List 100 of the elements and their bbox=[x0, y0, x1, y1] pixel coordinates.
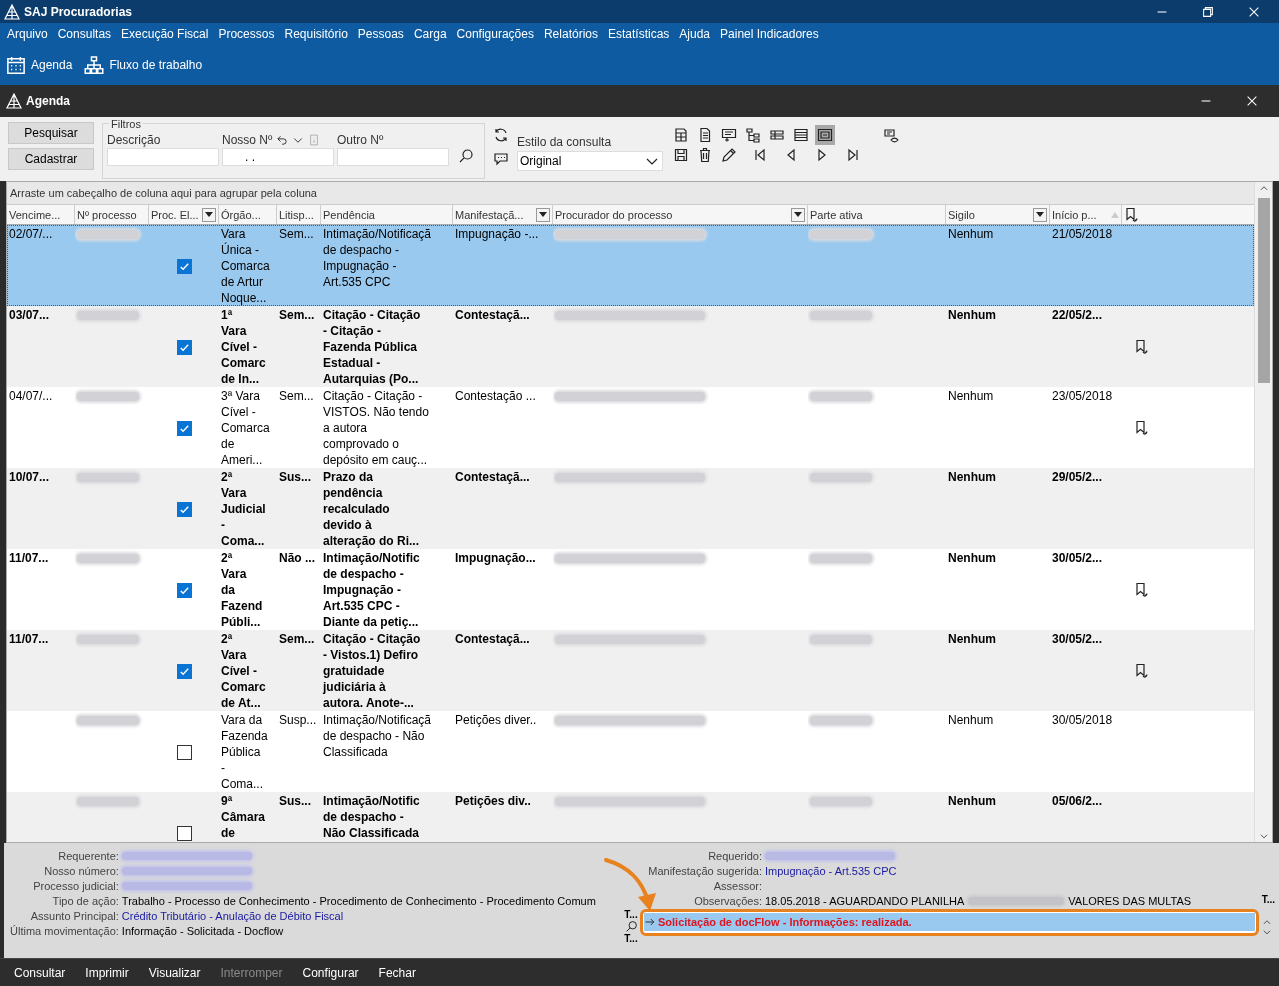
action-button[interactable]: Cadastrar bbox=[8, 148, 94, 170]
search-icon[interactable] bbox=[458, 148, 474, 164]
column-header[interactable]: Procurador do processo bbox=[553, 205, 808, 224]
menu-item[interactable]: Ajuda bbox=[674, 27, 716, 41]
pencil-icon[interactable] bbox=[721, 147, 737, 163]
group-by-hint: Arraste um cabeçalho de coluna aqui para agrupar pela coluna bbox=[7, 182, 1254, 205]
input-field[interactable] bbox=[107, 148, 219, 166]
split-icon[interactable] bbox=[769, 127, 785, 143]
bookmark-icon[interactable] bbox=[1124, 206, 1140, 223]
truncated-label: T... bbox=[624, 933, 638, 944]
column-header[interactable]: Parte ativa bbox=[808, 205, 946, 224]
menu-item[interactable]: Estatísticas bbox=[603, 27, 675, 41]
column-header[interactable]: Manifestaçã... bbox=[453, 205, 553, 224]
shortcut-button[interactable]: Agenda bbox=[4, 55, 75, 75]
checkbox[interactable] bbox=[176, 501, 192, 517]
comment-icon[interactable] bbox=[493, 151, 509, 167]
input-field[interactable] bbox=[337, 148, 449, 166]
table-row[interactable]: 10/07... 2ª Vara Judicial - Coma... Sus... Prazo da pendência recalculado devido à alteração do Ri... Contestaçã... Nenhum 29/05/2... bbox=[7, 468, 1254, 549]
footer-button[interactable]: Configurar bbox=[294, 965, 367, 980]
scrollbar-thumb[interactable] bbox=[1257, 198, 1270, 383]
refresh-icon[interactable] bbox=[493, 127, 509, 143]
bookmark-icon[interactable] bbox=[1134, 582, 1150, 598]
list-icon[interactable] bbox=[793, 127, 809, 143]
column-header[interactable]: Nº processo bbox=[75, 205, 149, 224]
menu-item[interactable]: Arquivo bbox=[2, 27, 53, 41]
group-title: Filtros bbox=[109, 118, 143, 130]
table-row[interactable]: 03/07... 1ª Vara Cível - Comarc de In... Sem... Citação - Citação - Citação - Fazenda Pública Estadual - Autarquias (Po... Contestaçã... Nenhum 22/05/2... bbox=[7, 306, 1254, 387]
scrollbar[interactable] bbox=[1254, 182, 1272, 842]
due-date: 03/07... bbox=[9, 308, 50, 322]
filter-dropdown-icon[interactable] bbox=[791, 207, 805, 222]
menu-item[interactable]: Carga bbox=[408, 27, 452, 41]
bookmark-icon[interactable] bbox=[1134, 663, 1150, 679]
menu-item[interactable]: Requisitório bbox=[279, 27, 353, 41]
save-icon[interactable] bbox=[673, 147, 689, 163]
redacted-text bbox=[77, 392, 139, 401]
redacted-text bbox=[77, 230, 139, 239]
style-dropdown[interactable]: Original bbox=[517, 151, 663, 171]
last-icon[interactable] bbox=[845, 147, 861, 163]
bookmark-icon[interactable] bbox=[1134, 420, 1150, 436]
footer-button[interactable]: Imprimir bbox=[77, 965, 137, 980]
menu-item[interactable]: Configurações bbox=[451, 27, 539, 41]
bookmark-icon[interactable] bbox=[1134, 339, 1150, 355]
checkbox[interactable] bbox=[176, 663, 192, 679]
menu-item[interactable]: Relatórios bbox=[538, 27, 603, 41]
trash-icon[interactable] bbox=[697, 147, 713, 163]
detail-link[interactable]: Crédito Tributário - Anulação de Débito Fiscal bbox=[121, 909, 344, 923]
tree-icon[interactable] bbox=[745, 127, 761, 143]
input-field[interactable]: . . bbox=[222, 148, 334, 166]
column-header[interactable]: Pendência bbox=[321, 205, 453, 224]
footer-button[interactable]: Visualizar bbox=[140, 965, 209, 980]
start-date: 21/05/2018 bbox=[1052, 227, 1113, 241]
redacted-text bbox=[77, 635, 139, 644]
start-date: 30/05/2... bbox=[1052, 632, 1103, 646]
start-date: 29/05/2... bbox=[1052, 470, 1103, 484]
detail-link[interactable]: Impugnação - Art.535 CPC bbox=[765, 864, 897, 878]
table-row[interactable]: 9ª Câmara de Sus... Intimação/Notific de despacho - Não Classificada Petições div.. Nenhum 05/06/2... bbox=[7, 792, 1254, 842]
restore-icon[interactable] bbox=[1201, 4, 1215, 19]
close-icon[interactable] bbox=[1245, 94, 1259, 108]
filter-dropdown-icon[interactable] bbox=[202, 207, 216, 222]
table-row[interactable]: 11/07... 2ª Vara Cível - Comarc de At... Sem... Citação - Citação - Vistos.1) Defiro gratuidade judiciária à autora. Anote-... Contestaçã... Nenhum 30/05/2... bbox=[7, 630, 1254, 711]
menu-item[interactable]: Execução Fiscal bbox=[116, 27, 214, 41]
search-icon[interactable] bbox=[624, 920, 638, 933]
table-row[interactable]: 02/07/... Vara Única - Comarca de Artur Noque... Sem... Intimação/Notificaçã de despacho - Impugnação - Art.535 CPC Impugnação -... Nenhum 21/05/2018 bbox=[7, 225, 1254, 306]
column-header[interactable]: Litisp... bbox=[277, 205, 321, 224]
field-label: Descrição bbox=[107, 133, 161, 147]
action-button[interactable]: Pesquisar bbox=[8, 122, 94, 144]
document-icon[interactable] bbox=[697, 127, 713, 143]
secrecy-text: Nenhum bbox=[948, 308, 996, 322]
checkbox[interactable] bbox=[176, 258, 192, 274]
checkbox[interactable] bbox=[176, 825, 192, 841]
undo-icon[interactable] bbox=[276, 134, 289, 146]
secrecy-text: Nenhum bbox=[948, 632, 996, 646]
checkbox[interactable] bbox=[176, 744, 192, 760]
column-header[interactable]: Sigilo bbox=[946, 205, 1050, 224]
column-header[interactable]: Início p... bbox=[1050, 205, 1122, 224]
spreadsheet-icon[interactable] bbox=[673, 127, 689, 143]
footer-button[interactable]: Fechar bbox=[370, 965, 424, 980]
checkbox[interactable] bbox=[176, 420, 192, 436]
first-icon[interactable] bbox=[752, 147, 768, 163]
comment-eye-icon[interactable] bbox=[883, 127, 899, 143]
menu-item[interactable]: Consultas bbox=[52, 27, 117, 41]
column-header[interactable]: Vencime... bbox=[7, 205, 75, 224]
column-header[interactable]: Órgão... bbox=[219, 205, 277, 224]
filter-dropdown-icon[interactable] bbox=[1033, 207, 1047, 222]
form-icon[interactable] bbox=[721, 127, 737, 143]
column-header[interactable]: Proc. El... bbox=[149, 205, 219, 224]
organ-text: Vara da Fazenda Pública - Coma... bbox=[221, 713, 268, 791]
shortcut-button[interactable]: Fluxo de trabalho bbox=[82, 55, 205, 75]
filter-dropdown-icon[interactable] bbox=[536, 207, 550, 222]
menu-item[interactable]: Processos bbox=[213, 27, 280, 41]
checkbox[interactable] bbox=[176, 339, 192, 355]
manifestation-text: Petições div.. bbox=[455, 794, 531, 808]
checkbox[interactable] bbox=[176, 582, 192, 598]
menu-item[interactable]: Pessoas bbox=[352, 27, 409, 41]
redacted-text bbox=[77, 554, 139, 563]
preview-icon[interactable] bbox=[817, 127, 833, 143]
redacted-text bbox=[810, 554, 872, 563]
menu-item[interactable]: Painel Indicadores bbox=[715, 27, 824, 41]
footer-button[interactable]: Consultar bbox=[6, 965, 74, 980]
pending-text: Intimação/Notificaçã de despacho - Não Classificada bbox=[323, 713, 432, 759]
